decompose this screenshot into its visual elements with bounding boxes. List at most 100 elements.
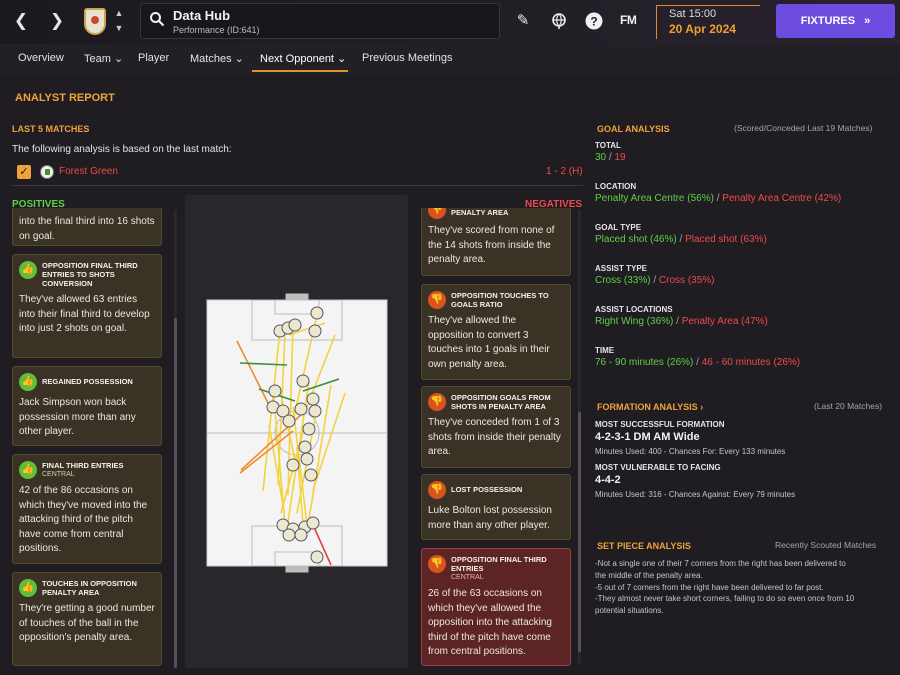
most-vulnerable-label: MOST VULNERABLE TO FACING — [595, 463, 721, 472]
thumbs-down-icon: 👎 — [428, 291, 446, 309]
negative-card: 👎 PENALTY AREA They've scored from none … — [421, 208, 571, 276]
location-label: LOCATION — [595, 182, 637, 191]
formation-note: (Last 20 Matches) — [814, 401, 883, 411]
goal-type-conceded: Placed shot (63%) — [685, 234, 767, 245]
club-badge-icon[interactable] — [84, 8, 106, 35]
most-vulnerable-formation: 4-4-2 — [595, 474, 621, 486]
club-switch-arrows-icon[interactable]: ▲ ▼ — [113, 6, 125, 36]
match-checkbox[interactable]: ✓ — [17, 165, 31, 179]
last-5-matches-label: LAST 5 MATCHES — [12, 124, 90, 134]
goal-analysis-note: (Scored/Conceded Last 19 Matches) — [734, 123, 873, 133]
most-successful-formation: 4-2-3-1 DM AM Wide — [595, 431, 700, 443]
fm-menu-button[interactable]: FM — [620, 13, 637, 27]
tab-label: Team — [84, 53, 111, 65]
positives-scroll-thumb[interactable] — [174, 318, 177, 668]
positives-list[interactable]: into the final third into 16 shots on go… — [12, 208, 164, 668]
tab-overview[interactable]: Overview — [18, 52, 64, 64]
tab-label: Player — [138, 52, 170, 64]
negative-card-selected: 👎 OPPOSITION FINAL THIRD ENTRIES CENTRAL … — [421, 548, 571, 666]
thumbs-down-icon: 👎 — [428, 555, 446, 573]
fixtures-label: FIXTURES — [800, 15, 856, 27]
chevron-down-icon: ⌄ — [337, 53, 347, 65]
goal-analysis-title: GOAL ANALYSIS — [597, 124, 670, 134]
fixtures-arrow-icon: » — [864, 15, 871, 27]
positive-card: into the final third into 16 shots on go… — [12, 208, 162, 246]
top-bar: ❮ ❯ ▲ ▼ Data Hub Performance (ID:641) ✎ ?… — [0, 0, 900, 44]
pitch-map-panel — [185, 195, 408, 668]
tab-matches[interactable]: Matches ⌄ — [190, 52, 244, 65]
formation-analysis-link[interactable]: FORMATION ANALYSIS › — [597, 402, 703, 412]
opponent-name[interactable]: Forest Green — [59, 166, 118, 177]
negative-card: 👎 OPPOSITION TOUCHES TO GOALS RATIO They… — [421, 284, 571, 380]
opponent-badge-icon — [40, 165, 54, 179]
analysis-basis-text: The following analysis is based on the l… — [12, 144, 232, 155]
tab-previous-meetings[interactable]: Previous Meetings — [362, 52, 453, 64]
fixtures-button[interactable]: FIXTURES » — [776, 4, 895, 38]
card-title: OPPOSITION FINAL THIRD ENTRIES TO SHOTS … — [42, 261, 138, 288]
help-icon[interactable]: ? — [584, 11, 604, 31]
tab-bar: Overview Team ⌄ Player Matches ⌄ Next Op… — [0, 44, 900, 74]
chevron-down-icon: ⌄ — [234, 53, 244, 65]
goal-type-values: Placed shot (46%) / Placed shot (63%) — [595, 234, 767, 245]
negatives-list[interactable]: 👎 PENALTY AREA They've scored from none … — [421, 208, 573, 668]
set-piece-line: -5 out of 7 corners from the right have … — [595, 582, 824, 592]
assist-type-label: ASSIST TYPE — [595, 264, 648, 273]
thumbs-up-icon: 👍 — [19, 461, 37, 479]
card-title: PENALTY AREA — [451, 208, 509, 217]
tab-label: Previous Meetings — [362, 52, 453, 64]
thumbs-down-icon: 👎 — [428, 481, 446, 499]
globe-icon[interactable] — [549, 11, 569, 31]
tab-team[interactable]: Team ⌄ — [84, 52, 123, 65]
back-arrow-icon[interactable]: ❮ — [10, 10, 32, 32]
set-piece-line: -Not a single one of their 7 corners fro… — [595, 559, 846, 568]
most-successful-label: MOST SUCCESSFUL FORMATION — [595, 420, 725, 429]
assist-type-scored: Cross (33%) — [595, 275, 651, 286]
goals-conceded: 19 — [614, 152, 626, 163]
current-date: 20 Apr 2024 — [669, 22, 736, 36]
card-title: OPPOSITION FINAL THIRD ENTRIES — [451, 555, 547, 573]
card-body: Jack Simpson won back possession more th… — [19, 397, 136, 437]
goals-scored: 30 — [595, 152, 607, 163]
positive-card: 👍 OPPOSITION FINAL THIRD ENTRIES TO SHOT… — [12, 254, 162, 358]
pitch-map — [206, 293, 388, 573]
set-piece-line: potential situations. — [595, 606, 664, 616]
date-block[interactable]: Sat 15:00 20 Apr 2024 — [656, 5, 760, 39]
set-piece-line: -They almost never take short corners, f… — [595, 594, 855, 604]
assist-type-conceded: Cross (35%) — [658, 275, 715, 286]
edit-pencil-icon[interactable]: ✎ — [513, 11, 533, 31]
set-piece-note: Recently Scouted Matches — [775, 540, 877, 550]
divider — [12, 185, 583, 186]
assist-location-scored: Right Wing (36%) — [595, 316, 674, 327]
active-tab-indicator — [252, 70, 348, 72]
total-label: TOTAL — [595, 141, 621, 150]
tab-label: Next Opponent — [260, 53, 334, 65]
thumbs-down-icon: 👎 — [428, 208, 446, 219]
positive-card: 👍 REGAINED POSSESSION Jack Simpson won b… — [12, 366, 162, 446]
location-values: Penalty Area Centre (56%) / Penalty Area… — [595, 193, 841, 204]
card-body: 26 of the 63 occasions on which they've … — [428, 588, 552, 657]
forward-arrow-icon[interactable]: ❯ — [46, 10, 68, 32]
formation-analysis-title: FORMATION ANALYSIS — [597, 402, 698, 412]
goal-type-scored: Placed shot (46%) — [595, 234, 677, 245]
card-body: into the final third into 16 shots on go… — [19, 216, 155, 242]
card-body: 42 of the 86 occasions on which they've … — [19, 485, 148, 554]
search-box[interactable]: Data Hub Performance (ID:641) — [140, 3, 500, 39]
thumbs-down-icon: 👎 — [428, 393, 446, 411]
tab-player[interactable]: Player — [138, 52, 169, 64]
value-separator: / — [650, 275, 659, 286]
set-piece-analysis-title: SET PIECE ANALYSIS — [597, 541, 691, 551]
card-title: REGAINED POSSESSION — [42, 377, 133, 386]
tab-next-opponent[interactable]: Next Opponent ⌄ — [260, 52, 346, 65]
card-title: OPPOSITION TOUCHES TO GOALS RATIO — [451, 291, 549, 309]
card-title: OPPOSITION GOALS FROM SHOTS IN PENALTY A… — [451, 393, 551, 411]
card-body: They've allowed the opposition to conver… — [428, 315, 550, 370]
thumbs-up-icon: 👍 — [19, 579, 37, 597]
value-separator: / — [693, 357, 702, 368]
value-separator: / — [676, 234, 686, 245]
negatives-scroll-thumb[interactable] — [578, 412, 581, 652]
time-conceded: 46 - 60 minutes (26%) — [701, 357, 801, 368]
assist-locations-values: Right Wing (36%) / Penalty Area (47%) — [595, 316, 768, 327]
time-values: 76 - 90 minutes (26%) / 46 - 60 minutes … — [595, 357, 800, 368]
tab-label: Matches — [190, 53, 232, 65]
match-score: 1 - 2 (H) — [546, 166, 583, 177]
